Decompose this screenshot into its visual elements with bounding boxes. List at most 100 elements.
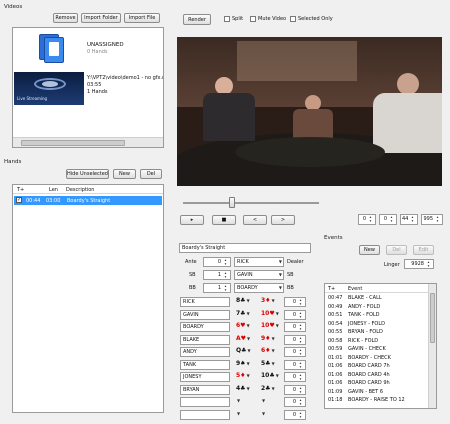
mute-video-checkbox[interactable]: Mute Video xyxy=(250,16,286,22)
player-card-2[interactable]: 6♦▼ xyxy=(261,347,275,354)
player-name-input[interactable]: RICK xyxy=(180,297,230,307)
event-row[interactable]: 00:55 BRYAN - FOLD xyxy=(325,329,428,337)
player-head-right xyxy=(397,73,419,95)
video-list[interactable]: UNASSIGNED 0 Hands Live Streaming Y:\VPT… xyxy=(12,27,164,148)
player-card-2[interactable]: ▼ xyxy=(261,410,265,417)
ante-player-select[interactable]: RICK ▼ xyxy=(234,257,284,267)
time-milliseconds[interactable]: 995 xyxy=(421,214,443,225)
remove-video-button[interactable]: Remove xyxy=(53,13,78,23)
chevron-down-icon: ▼ xyxy=(246,323,250,328)
event-row[interactable]: 00:51 TANK - FOLD xyxy=(325,312,428,320)
player-name-input[interactable]: TANK xyxy=(180,359,230,370)
hand-row[interactable]: ✓ 00:44 03:00 Boardy's Straight xyxy=(14,196,162,205)
player-name-input[interactable]: BRYAN xyxy=(180,384,230,395)
scroll-thumb[interactable] xyxy=(21,140,125,146)
next-button[interactable]: > xyxy=(271,215,295,225)
player-name-input[interactable]: ANDY xyxy=(180,347,230,357)
events-list[interactable]: T+ Event 00:47 BLAKE - CALL 00:49 ANDY - FO… xyxy=(324,283,437,409)
player-stack-input[interactable]: 0 xyxy=(284,334,306,345)
sb-input[interactable]: 1 xyxy=(203,270,231,280)
edit-event-button[interactable]: Edit xyxy=(413,245,434,255)
player-stack-input[interactable]: 0 xyxy=(284,384,306,395)
video-list-h-scrollbar[interactable] xyxy=(13,137,163,147)
player-name-input[interactable]: GAVIN xyxy=(180,309,230,320)
event-row[interactable]: 00:58 RICK - FOLD xyxy=(325,338,428,346)
time-hours[interactable]: 0 xyxy=(358,214,376,225)
play-button[interactable]: ▸ xyxy=(180,215,204,225)
player-card-2[interactable]: 10♥▼ xyxy=(261,310,279,317)
player-stack-input[interactable]: 0 xyxy=(284,372,306,382)
events-v-scrollbar[interactable] xyxy=(428,284,436,408)
player-name-input[interactable] xyxy=(180,409,230,420)
new-event-button[interactable]: New xyxy=(359,245,380,255)
time-seconds[interactable]: 44 xyxy=(400,214,418,225)
sb-player-select[interactable]: GAVIN ▼ xyxy=(234,270,284,280)
ante-input[interactable]: 0 xyxy=(203,257,231,267)
bb-player-select[interactable]: BOARDY ▼ xyxy=(234,283,284,293)
player-card-2[interactable]: 3♦▼ xyxy=(261,297,275,304)
player-card-1[interactable]: ▼ xyxy=(236,410,240,417)
stop-button[interactable]: ■ xyxy=(212,215,236,225)
bb-input[interactable]: 1 xyxy=(203,283,231,293)
player-card-1[interactable]: ▼ xyxy=(236,397,240,404)
delete-hand-button[interactable]: Del xyxy=(140,169,162,179)
player-card-1[interactable]: 8♣▼ xyxy=(236,297,250,304)
hand-description-input[interactable]: Boardy's Straight xyxy=(179,243,311,253)
selected-only-checkbox[interactable]: Selected Only xyxy=(290,16,333,22)
player-stack-input[interactable]: 0 xyxy=(284,397,306,407)
chevron-down-icon: ▼ xyxy=(275,323,279,328)
selected-only-box[interactable] xyxy=(290,16,296,22)
player-stack-input[interactable]: 0 xyxy=(284,322,306,332)
import-file-button[interactable]: Import File xyxy=(124,13,160,23)
player-stack-input[interactable]: 0 xyxy=(284,297,306,307)
scroll-thumb[interactable] xyxy=(430,293,435,343)
event-row[interactable]: 00:49 ANDY - FOLD xyxy=(325,304,428,312)
player-card-2[interactable]: 5♣▼ xyxy=(261,360,275,367)
new-hand-button[interactable]: New xyxy=(113,169,136,179)
player-name-input[interactable]: BLAKE xyxy=(180,334,230,345)
render-button[interactable]: Render xyxy=(183,14,211,25)
hand-checkbox[interactable]: ✓ xyxy=(16,197,22,203)
player-stack-input[interactable]: 0 xyxy=(284,409,306,420)
player-card-2[interactable]: 10♥▼ xyxy=(261,322,279,329)
import-folder-button[interactable]: Import Folder xyxy=(81,13,121,23)
player-card-1[interactable]: 6♥▼ xyxy=(236,322,250,329)
event-row[interactable]: 01:09 GAVIN - BET 6 xyxy=(325,389,428,397)
player-name-input[interactable]: BOARDY xyxy=(180,322,230,332)
player-card-1[interactable]: 5♦▼ xyxy=(236,372,250,379)
event-row[interactable]: 00:59 GAVIN - CHECK xyxy=(325,346,428,354)
linger-input[interactable]: 9928 xyxy=(404,259,434,269)
hide-unselected-button[interactable]: Hide Unselected xyxy=(66,169,109,179)
split-box[interactable] xyxy=(224,16,230,22)
event-row[interactable]: 01:06 BOARD CARD 4h xyxy=(325,372,428,380)
previous-button[interactable]: < xyxy=(243,215,267,225)
player-name-input[interactable] xyxy=(180,397,230,407)
player-card-2[interactable]: 2♣▼ xyxy=(261,385,275,392)
player-card-1[interactable]: 7♣▼ xyxy=(236,310,250,317)
event-row[interactable]: 00:47 BLAKE - CALL xyxy=(325,295,428,303)
event-row[interactable]: 01:18 BOARDY - RAISE TO 12 xyxy=(325,397,428,405)
player-card-2[interactable]: 10♣▼ xyxy=(261,372,279,379)
player-name-input[interactable]: JONESY xyxy=(180,372,230,382)
player-stack-input[interactable]: 0 xyxy=(284,359,306,370)
split-checkbox[interactable]: Split xyxy=(224,16,243,22)
player-card-1[interactable]: A♥▼ xyxy=(236,335,250,342)
player-card-2[interactable]: 9♦▼ xyxy=(261,335,275,342)
delete-event-button[interactable]: Del xyxy=(386,245,407,255)
player-card-1[interactable]: 4♣▼ xyxy=(236,385,250,392)
hands-list[interactable]: T+ Len Description ✓ 00:44 03:00 Boardy'… xyxy=(12,184,164,413)
event-row[interactable]: 01:01 BOARDY - CHECK xyxy=(325,355,428,363)
video-preview[interactable] xyxy=(177,37,442,186)
mute-box[interactable] xyxy=(250,16,256,22)
player-stack-input[interactable]: 0 xyxy=(284,309,306,320)
event-row[interactable]: 01:06 BOARD CARD 9h xyxy=(325,380,428,388)
player-card-1[interactable]: Q♣▼ xyxy=(236,347,251,354)
seek-thumb[interactable] xyxy=(229,197,235,208)
seek-track[interactable] xyxy=(183,202,319,204)
time-minutes[interactable]: 0 xyxy=(379,214,397,225)
player-card-1[interactable]: 9♠▼ xyxy=(236,360,250,367)
player-card-2[interactable]: ▼ xyxy=(261,397,265,404)
player-stack-input[interactable]: 0 xyxy=(284,347,306,357)
event-row[interactable]: 01:06 BOARD CARD 7h xyxy=(325,363,428,371)
event-row[interactable]: 00:54 JONESY - FOLD xyxy=(325,321,428,329)
